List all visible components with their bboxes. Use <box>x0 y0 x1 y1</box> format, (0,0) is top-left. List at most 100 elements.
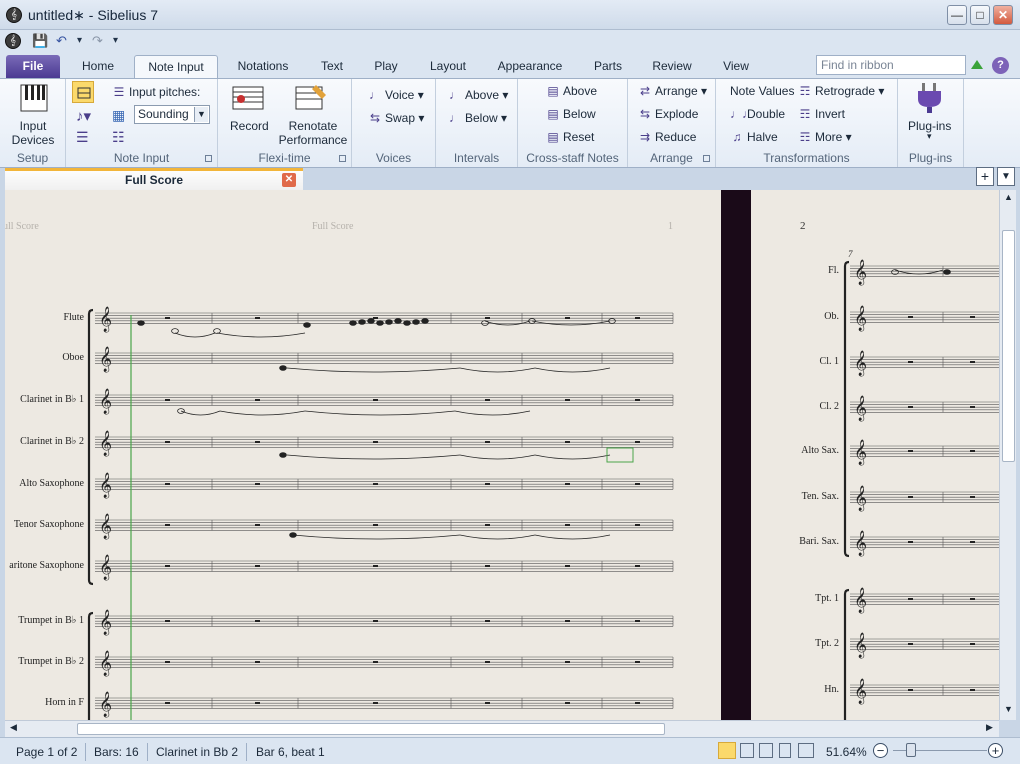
rest[interactable] <box>970 689 975 691</box>
rest[interactable] <box>373 441 378 443</box>
rest[interactable] <box>485 317 490 319</box>
rest[interactable] <box>565 441 570 443</box>
rest[interactable] <box>255 565 260 567</box>
explode-button[interactable]: ⇆ Explode <box>638 107 698 121</box>
rest[interactable] <box>485 441 490 443</box>
plug-ins-dropdown-icon[interactable]: ▾ <box>927 131 932 142</box>
view-single-page-icon[interactable] <box>779 743 791 758</box>
close-window-button[interactable]: ✕ <box>993 5 1013 25</box>
app-menu-icon[interactable]: 𝄞 <box>5 33 21 49</box>
view-spreads-icon[interactable] <box>740 743 754 758</box>
rest[interactable] <box>165 441 170 443</box>
cross-staff-above-button[interactable]: ▤ Above <box>546 84 597 98</box>
interval-below-button[interactable]: ♩ Below ▾ <box>448 111 507 125</box>
rest[interactable] <box>255 441 260 443</box>
interval-above-button[interactable]: ♩ Above ▾ <box>448 88 508 102</box>
tab-review[interactable]: Review <box>644 55 700 78</box>
rest[interactable] <box>635 441 640 443</box>
vertical-scrollbar[interactable]: ▲ ▼ <box>999 190 1016 720</box>
rest[interactable] <box>485 524 490 526</box>
rest[interactable] <box>373 702 378 704</box>
rest[interactable] <box>373 317 378 319</box>
rest[interactable] <box>165 399 170 401</box>
voice-button[interactable]: ♩ Voice ▾ <box>368 88 424 102</box>
scroll-down-icon[interactable]: ▼ <box>1002 704 1015 717</box>
rest[interactable] <box>635 483 640 485</box>
minimize-button[interactable]: — <box>947 5 967 25</box>
arrange-button[interactable]: ⇄ Arrange ▾ <box>638 84 707 98</box>
zoom-out-icon[interactable]: − <box>873 743 888 758</box>
rest[interactable] <box>373 565 378 567</box>
view-panorama-icon[interactable] <box>718 742 736 759</box>
note[interactable] <box>394 318 402 324</box>
rest[interactable] <box>635 702 640 704</box>
rest[interactable] <box>635 565 640 567</box>
rest[interactable] <box>373 483 378 485</box>
fretboard-icon[interactable]: ☷ <box>112 129 125 146</box>
rest[interactable] <box>635 620 640 622</box>
undo-dropdown-icon[interactable]: ▾ <box>77 35 82 46</box>
rest[interactable] <box>165 565 170 567</box>
score-canvas[interactable]: ull Score Full Score 1 2 7 Flute Oboe Clar… <box>5 190 999 720</box>
zoom-in-icon[interactable]: + <box>988 743 1003 758</box>
halve-button[interactable]: ♫ Halve <box>730 130 778 144</box>
rest[interactable] <box>635 524 640 526</box>
rest[interactable] <box>908 541 913 543</box>
note[interactable] <box>279 452 287 458</box>
rest[interactable] <box>165 524 170 526</box>
rest[interactable] <box>565 661 570 663</box>
flexi-time-dialog-launcher[interactable] <box>339 155 346 162</box>
view-pages-icon[interactable] <box>759 743 773 758</box>
renotate-performance-button[interactable]: Renotate Performance <box>276 119 350 147</box>
rest[interactable] <box>908 361 913 363</box>
keyboard-window-icon[interactable]: ▦ <box>112 107 125 124</box>
scroll-left-icon[interactable]: ◀ <box>7 722 20 735</box>
tab-view[interactable]: View <box>712 55 760 78</box>
rest[interactable] <box>970 496 975 498</box>
rest[interactable] <box>255 702 260 704</box>
rest[interactable] <box>255 620 260 622</box>
rest[interactable] <box>565 317 570 319</box>
tab-text[interactable]: Text <box>312 55 352 78</box>
rest[interactable] <box>565 702 570 704</box>
score-view[interactable]: ull Score Full Score 1 2 7 Flute Oboe Clar… <box>5 190 999 720</box>
help-icon[interactable]: ? <box>992 57 1009 74</box>
rest[interactable] <box>485 399 490 401</box>
rest[interactable] <box>635 399 640 401</box>
rest[interactable] <box>908 689 913 691</box>
scroll-right-icon[interactable]: ▶ <box>983 722 996 735</box>
reduce-button[interactable]: ⇉ Reduce <box>638 130 696 144</box>
rest[interactable] <box>635 317 640 319</box>
redo-dropdown-icon[interactable]: ▾ <box>113 35 118 46</box>
rest[interactable] <box>255 317 260 319</box>
save-icon[interactable]: 💾 <box>32 33 48 49</box>
invert-button[interactable]: ☶ Invert <box>798 107 845 121</box>
rest[interactable] <box>373 620 378 622</box>
tab-file[interactable]: File <box>6 55 60 78</box>
rest[interactable] <box>635 661 640 663</box>
rest[interactable] <box>255 524 260 526</box>
note-input-dialog-launcher[interactable] <box>205 155 212 162</box>
rest[interactable] <box>565 620 570 622</box>
rest[interactable] <box>908 496 913 498</box>
tab-note-input[interactable]: Note Input <box>134 55 218 78</box>
horizontal-scrollbar[interactable]: ◀ ▶ <box>5 720 999 737</box>
sibelius-app-icon[interactable]: 𝄞 <box>6 7 22 23</box>
step-time-icon[interactable]: ♪▾ <box>76 107 91 125</box>
tab-play[interactable]: Play <box>364 55 408 78</box>
find-in-ribbon-input[interactable]: Find in ribbon <box>816 55 966 75</box>
note[interactable] <box>279 365 287 371</box>
retrograde-button[interactable]: ☶ Retrograde ▾ <box>798 84 885 98</box>
note[interactable] <box>349 320 357 326</box>
rest[interactable] <box>373 661 378 663</box>
record-icon[interactable] <box>231 83 265 113</box>
rest[interactable] <box>970 406 975 408</box>
rest[interactable] <box>485 565 490 567</box>
transpose-icon[interactable]: ☰ <box>76 129 89 146</box>
tab-home[interactable]: Home <box>70 55 126 78</box>
zoom-slider-thumb[interactable] <box>906 743 916 757</box>
rest[interactable] <box>908 643 913 645</box>
tab-layout[interactable]: Layout <box>418 55 478 78</box>
rest[interactable] <box>970 598 975 600</box>
rest[interactable] <box>908 316 913 318</box>
